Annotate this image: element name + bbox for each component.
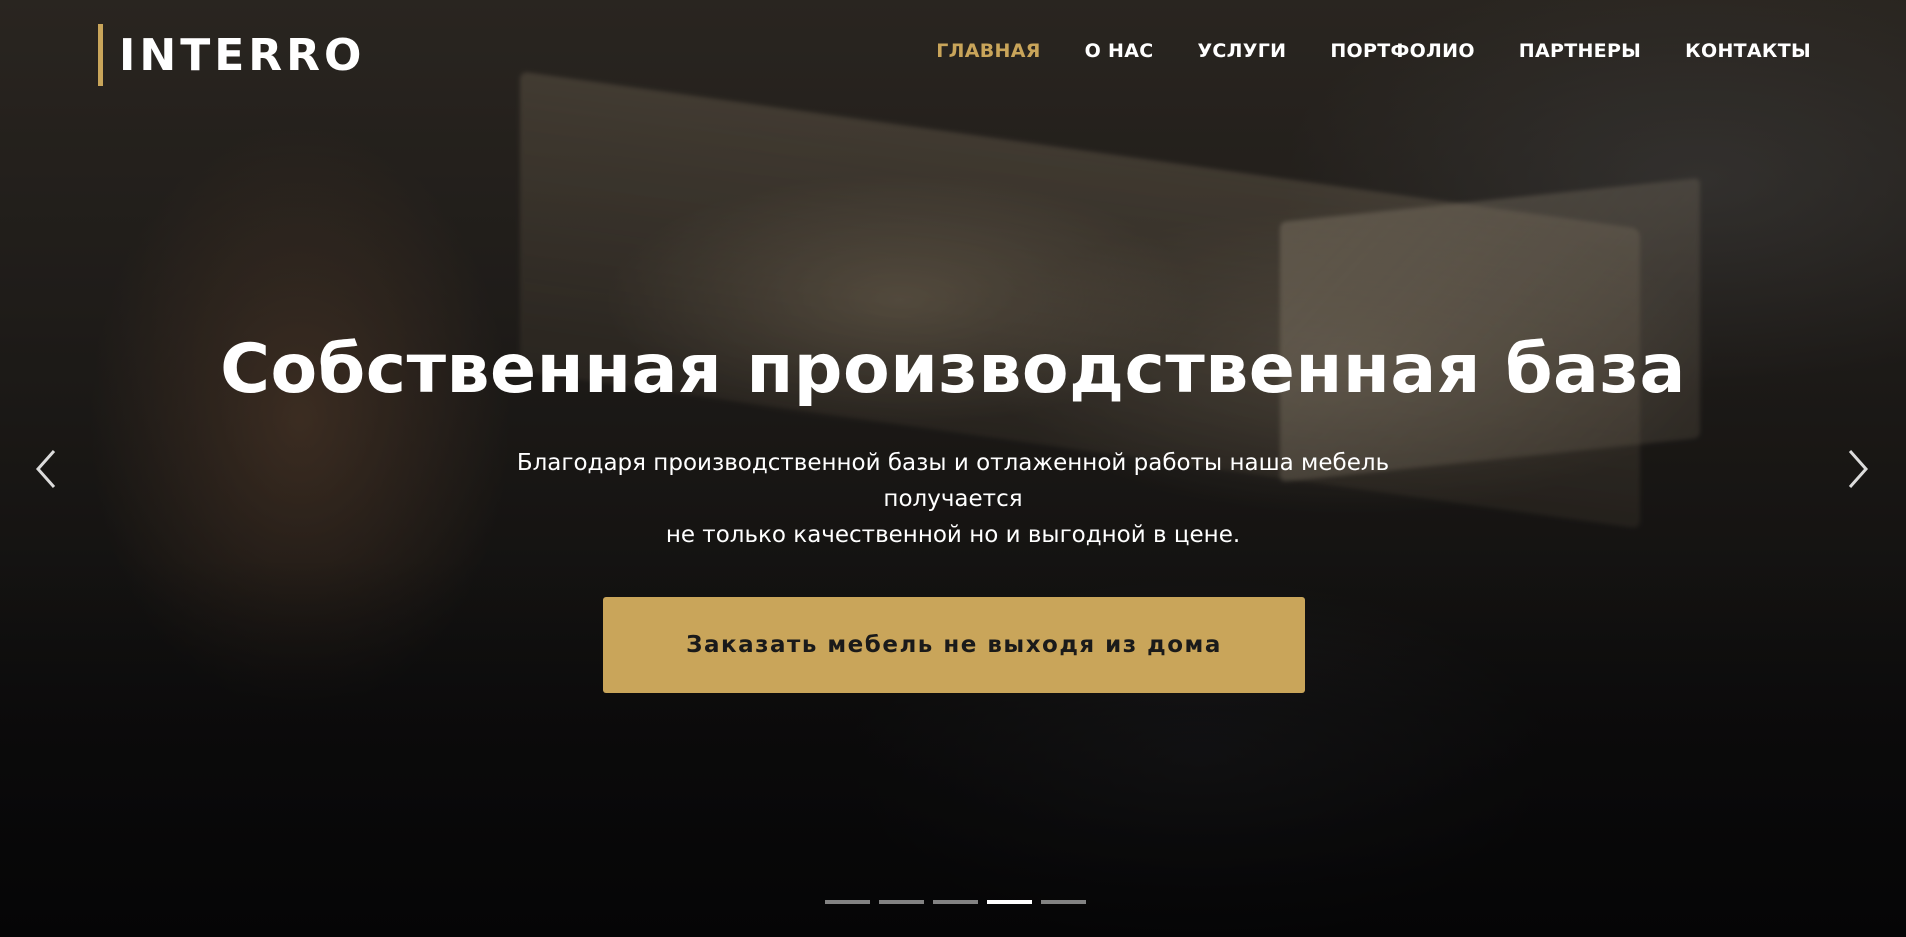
site-header: INTERRO ГЛАВНАЯ О НАС УСЛУГИ ПОРТФОЛИО П… [0, 0, 1906, 110]
carousel-next-button[interactable] [1836, 445, 1876, 493]
hero-content: Собственная производственная база Благод… [0, 330, 1906, 553]
chevron-right-icon [1848, 450, 1869, 488]
nav-item-services[interactable]: УСЛУГИ [1197, 40, 1286, 62]
carousel-indicator[interactable] [879, 900, 924, 904]
chevron-left-icon [35, 450, 56, 488]
carousel-indicator[interactable] [825, 900, 870, 904]
order-furniture-button[interactable]: Заказать мебель не выходя из дома [603, 597, 1305, 693]
hero-headline: Собственная производственная база [220, 330, 1686, 409]
logo[interactable]: INTERRO [98, 24, 365, 86]
nav-item-about[interactable]: О НАС [1085, 40, 1154, 62]
hero-section: INTERRO ГЛАВНАЯ О НАС УСЛУГИ ПОРТФОЛИО П… [0, 0, 1906, 937]
nav-item-portfolio[interactable]: ПОРТФОЛИО [1330, 40, 1474, 62]
carousel-indicator[interactable] [1041, 900, 1086, 904]
nav-item-home[interactable]: ГЛАВНАЯ [936, 40, 1040, 62]
hero-subtitle-line-2: не только качественной но и выгодной в ц… [665, 522, 1241, 548]
carousel-indicator[interactable] [933, 900, 978, 904]
main-nav: ГЛАВНАЯ О НАС УСЛУГИ ПОРТФОЛИО ПАРТНЕРЫ … [936, 40, 1811, 62]
nav-item-contacts[interactable]: КОНТАКТЫ [1685, 40, 1811, 62]
nav-item-partners[interactable]: ПАРТНЕРЫ [1519, 40, 1641, 62]
carousel-indicator[interactable] [987, 900, 1032, 904]
carousel-prev-button[interactable] [28, 445, 68, 493]
carousel-indicators [825, 900, 1086, 904]
logo-accent-bar [98, 24, 103, 86]
hero-subtitle-line-1: Благодаря производственной базы и отлаже… [516, 450, 1390, 512]
logo-text: INTERRO [119, 29, 366, 81]
hero-subtitle: Благодаря производственной базы и отлаже… [453, 445, 1453, 553]
